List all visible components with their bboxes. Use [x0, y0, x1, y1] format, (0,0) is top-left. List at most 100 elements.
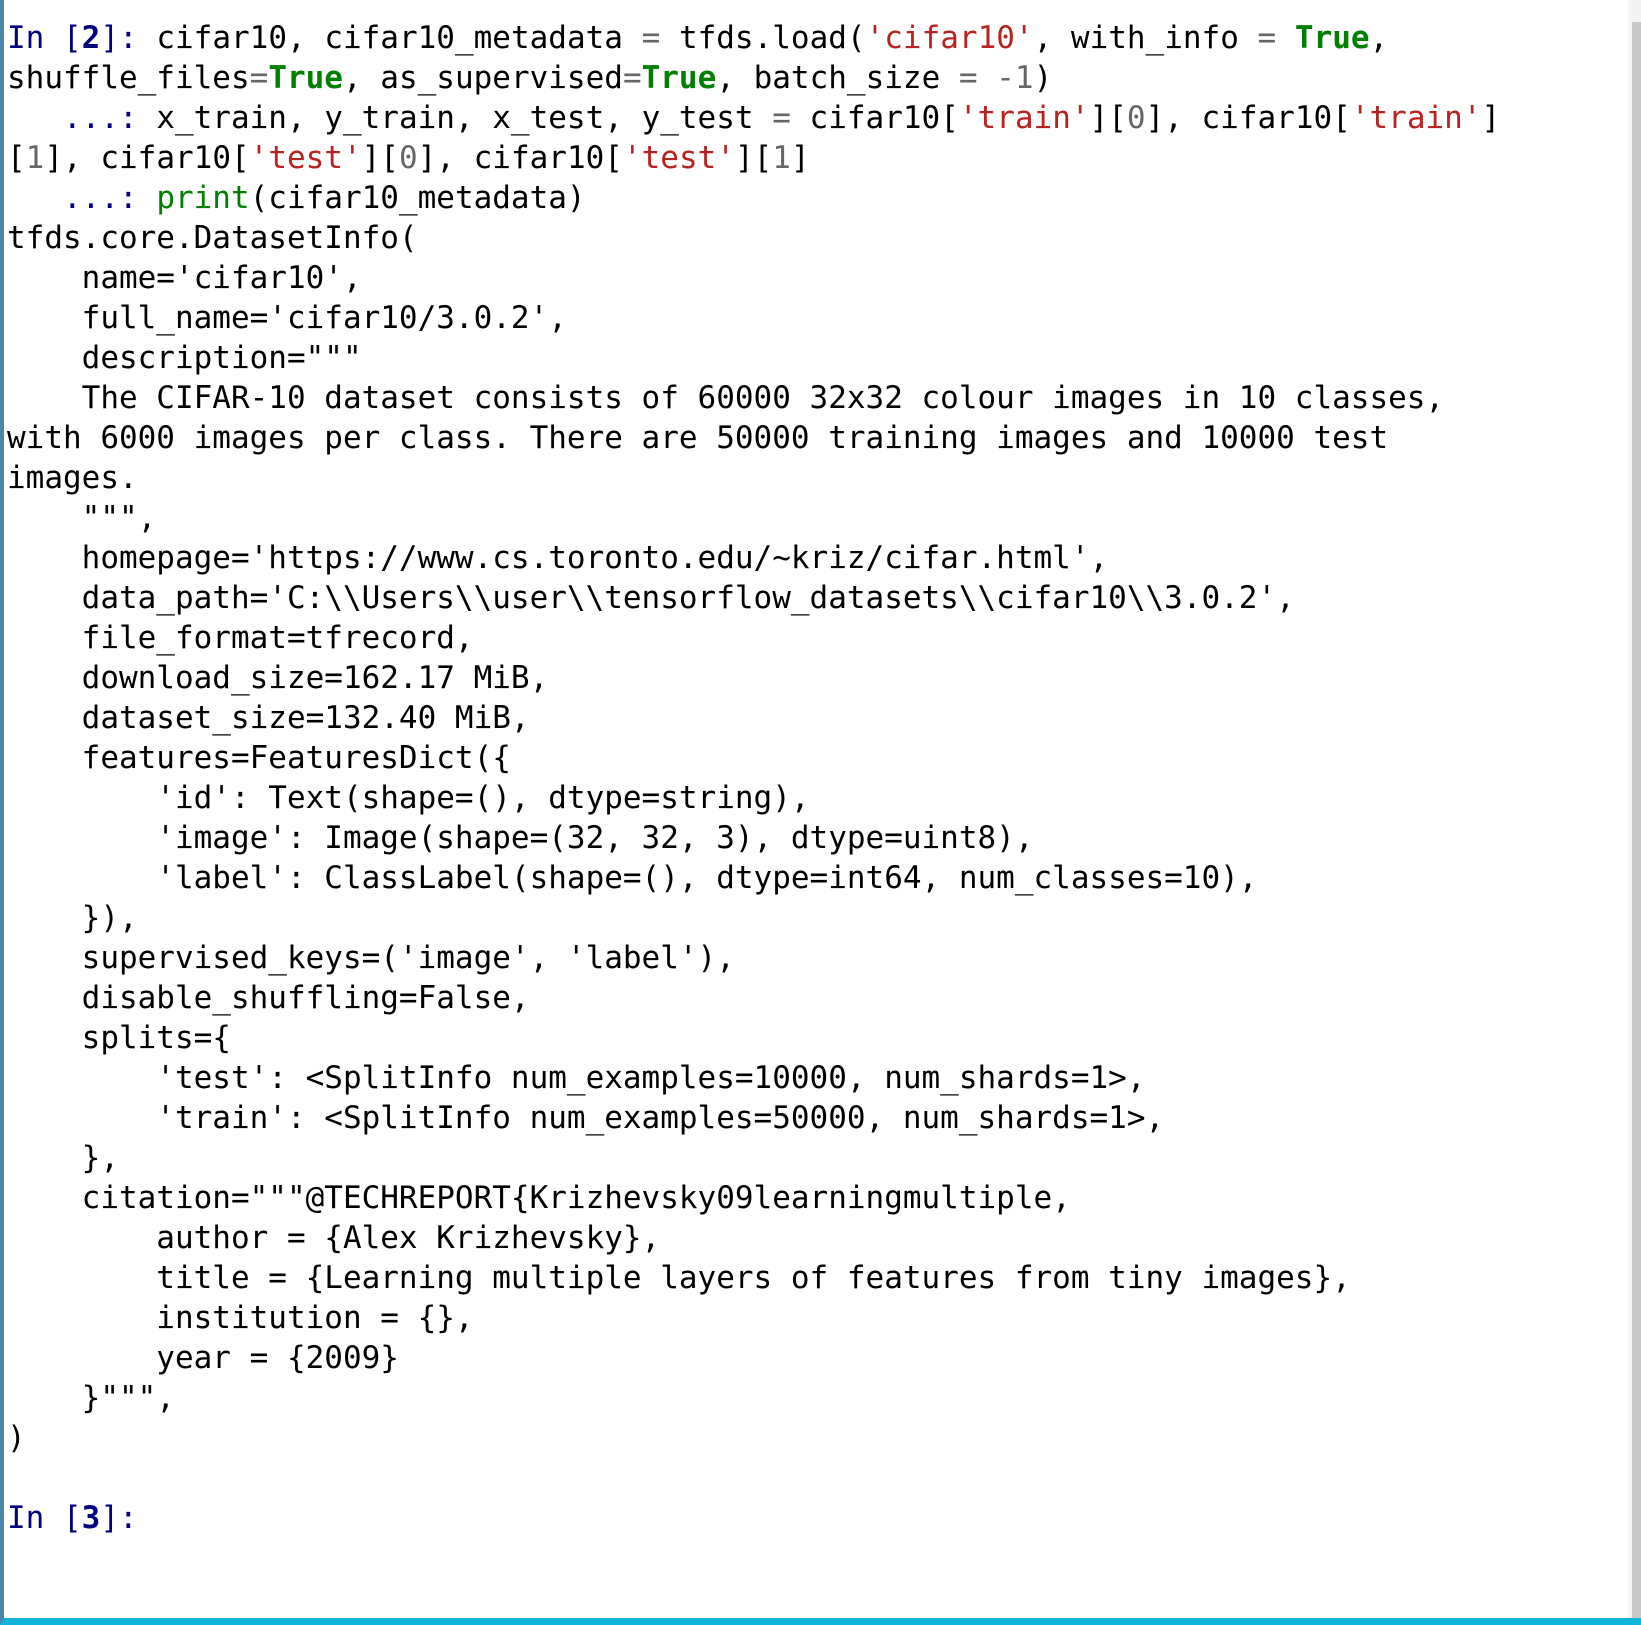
token-plain: , batch_size: [716, 60, 959, 96]
token-plain: tfds.core.DatasetInfo(: [7, 220, 418, 256]
input-continuation-line: ...: x_train, y_train, x_test, y_test = …: [7, 98, 1628, 138]
token-plain: (cifar10_metadata): [249, 180, 586, 216]
token-plain: disable_shuffling=False,: [7, 980, 530, 1016]
output-line: }),: [7, 898, 1628, 938]
token-plain: homepage='https://www.cs.toronto.edu/~kr…: [7, 540, 1109, 576]
output-line: disable_shuffling=False,: [7, 978, 1628, 1018]
token-plain: name='cifar10',: [7, 260, 362, 296]
output-line: }""",: [7, 1378, 1628, 1418]
output-line: images.: [7, 458, 1628, 498]
output-line: description=""": [7, 338, 1628, 378]
token-plain: year = {2009}: [7, 1340, 399, 1376]
token-plain: author = {Alex Krizhevsky},: [7, 1220, 661, 1256]
output-line: file_format=tfrecord,: [7, 618, 1628, 658]
token-plain: x_train, y_train, x_test, y_test: [156, 100, 773, 136]
token-plain: The CIFAR-10 dataset consists of 60000 3…: [7, 380, 1445, 416]
token-builtin: print: [156, 180, 250, 216]
output-line: splits={: [7, 1018, 1628, 1058]
output-line: 'image': Image(shape=(32, 32, 3), dtype=…: [7, 818, 1628, 858]
output-line: download_size=162.17 MiB,: [7, 658, 1628, 698]
token-prompt: ...:: [7, 100, 157, 136]
token-num: 0: [398, 140, 418, 176]
token-op: =: [772, 100, 791, 136]
vertical-scrollbar[interactable]: [1628, 0, 1641, 1618]
output-line: with 6000 images per class. There are 50…: [7, 418, 1628, 458]
token-plain: [: [7, 140, 26, 176]
token-num: 0: [1126, 100, 1146, 136]
token-prompt: ...:: [7, 180, 157, 216]
token-prompt: ]:: [100, 20, 157, 56]
token-num: 1: [772, 140, 791, 176]
token-plain: }""",: [7, 1380, 175, 1416]
token-plain: institution = {},: [7, 1300, 474, 1336]
token-plain: ][: [734, 140, 773, 176]
input-continuation-line: [1], cifar10['test'][0], cifar10['test']…: [7, 138, 1628, 178]
output-blank-line: [7, 1458, 1628, 1498]
token-plain: , as_supervised: [342, 60, 623, 96]
output-line: homepage='https://www.cs.toronto.edu/~kr…: [7, 538, 1628, 578]
input-continuation-line: shuffle_files=True, as_supervised=True, …: [7, 58, 1628, 98]
token-plain: ]: [1481, 100, 1501, 136]
token-plain: ]: [790, 140, 810, 176]
output-line: data_path='C:\\Users\\user\\tensorflow_d…: [7, 578, 1628, 618]
input-prompt-line: In [3]:: [7, 1498, 1628, 1538]
output-line: supervised_keys=('image', 'label'),: [7, 938, 1628, 978]
token-num: 1: [25, 140, 45, 176]
token-plain: with 6000 images per class. There are 50…: [7, 420, 1389, 456]
token-op: =: [641, 20, 661, 56]
token-plain: ][: [361, 140, 399, 176]
token-plain: citation="""@TECHREPORT{Krizhevsky09lear…: [7, 1180, 1071, 1216]
output-line: citation="""@TECHREPORT{Krizhevsky09lear…: [7, 1178, 1628, 1218]
token-op: =: [958, 60, 978, 96]
token-plain: """,: [7, 500, 157, 536]
output-line: 'test': <SplitInfo num_examples=10000, n…: [7, 1058, 1628, 1098]
token-str: 'train': [1350, 100, 1482, 136]
token-plain: cifar10, cifar10_metadata: [156, 20, 642, 56]
token-plain: ][: [1089, 100, 1127, 136]
token-prompt: [: [63, 20, 82, 56]
output-line: tfds.core.DatasetInfo(: [7, 218, 1628, 258]
output-line: author = {Alex Krizhevsky},: [7, 1218, 1628, 1258]
scrollbar-thumb[interactable]: [1632, 22, 1641, 1618]
token-plain: ): [7, 1420, 26, 1456]
token-prompt: In: [7, 1500, 63, 1536]
token-plain: , with_info: [1033, 20, 1258, 56]
output-line: },: [7, 1138, 1628, 1178]
console-window[interactable]: In [2]: cifar10, cifar10_metadata = tfds…: [0, 0, 1641, 1625]
token-plain: cifar10[: [790, 100, 959, 136]
output-line: ): [7, 1418, 1628, 1458]
token-str: 'test': [249, 140, 362, 176]
token-plain: ,: [1369, 20, 1389, 56]
token-prompt: [: [63, 1500, 82, 1536]
token-plain: full_name='cifar10/3.0.2',: [7, 300, 567, 336]
token-plain: splits={: [7, 1020, 231, 1056]
token-promptnum: 3: [81, 1500, 101, 1536]
token-plain: data_path='C:\\Users\\user\\tensorflow_d…: [7, 580, 1295, 616]
token-op: -: [996, 60, 1015, 96]
token-plain: file_format=tfrecord,: [7, 620, 474, 656]
token-plain: tfds.load(: [660, 20, 866, 56]
token-promptnum: 2: [81, 20, 101, 56]
output-line: full_name='cifar10/3.0.2',: [7, 298, 1628, 338]
token-plain: },: [7, 1140, 119, 1176]
output-line: year = {2009}: [7, 1338, 1628, 1378]
token-plain: supervised_keys=('image', 'label'),: [7, 940, 735, 976]
output-line: The CIFAR-10 dataset consists of 60000 3…: [7, 378, 1628, 418]
output-line: name='cifar10',: [7, 258, 1628, 298]
output-line: 'train': <SplitInfo num_examples=50000, …: [7, 1098, 1628, 1138]
token-plain: 'image': Image(shape=(32, 32, 3), dtype=…: [7, 820, 1034, 856]
token-plain: images.: [7, 460, 138, 496]
token-plain: 'label': ClassLabel(shape=(), dtype=int6…: [7, 860, 1258, 896]
token-plain: shuffle_files: [7, 60, 250, 96]
console-text-area[interactable]: In [2]: cifar10, cifar10_metadata = tfds…: [4, 0, 1628, 1618]
output-line: title = {Learning multiple layers of fea…: [7, 1258, 1628, 1298]
output-line: features=FeaturesDict({: [7, 738, 1628, 778]
input-prompt-line: In [2]: cifar10, cifar10_metadata = tfds…: [7, 18, 1628, 58]
token-plain: 'id': Text(shape=(), dtype=string),: [7, 780, 810, 816]
token-plain: description=""": [7, 340, 362, 376]
token-op: =: [249, 60, 269, 96]
token-kw: True: [641, 60, 717, 96]
token-num: 1: [1014, 60, 1034, 96]
token-plain: title = {Learning multiple layers of fea…: [7, 1260, 1351, 1296]
